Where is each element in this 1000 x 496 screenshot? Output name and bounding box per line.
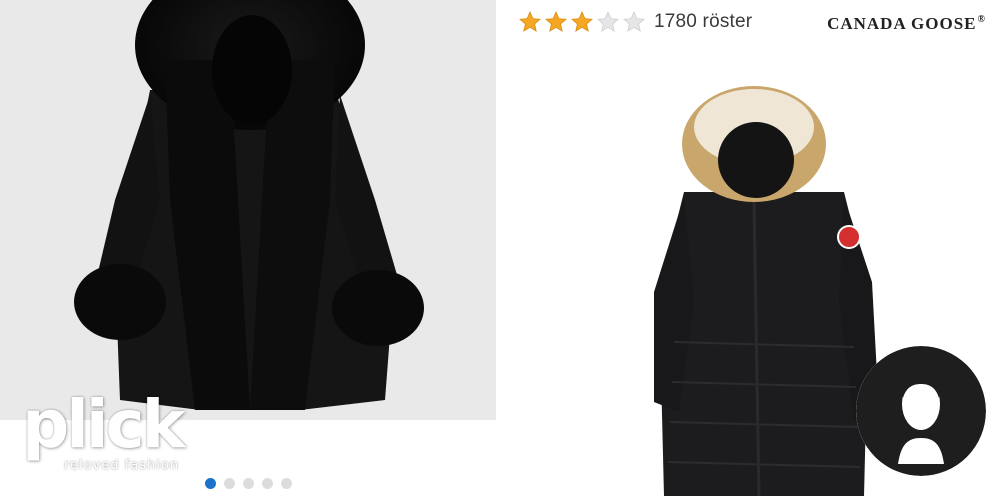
star-icon: [571, 11, 593, 32]
carousel-dot[interactable]: [281, 478, 292, 489]
carousel-dot[interactable]: [243, 478, 254, 489]
logo-tagline-text: reloved fashion: [64, 458, 180, 473]
review-panel: 1780 röster CANADA GOOSE®: [504, 0, 1000, 496]
canada-goose-parka-image: [654, 86, 879, 496]
rating-count: 1780 röster: [654, 11, 753, 32]
rating-row: 1780 röster: [518, 10, 752, 34]
carousel-dots: [205, 478, 292, 489]
star-icon: [597, 11, 619, 32]
star-icon: [545, 11, 567, 32]
carousel-dot[interactable]: [205, 478, 216, 489]
star-icon: [623, 11, 645, 32]
product-photo[interactable]: [0, 0, 496, 420]
product-listing-panel: plick reloved fashion: [0, 0, 496, 496]
user-avatar[interactable]: [856, 346, 986, 476]
carousel-dot[interactable]: [224, 478, 235, 489]
canada-goose-patch-icon: [837, 225, 861, 249]
star-icon: [519, 11, 541, 32]
plick-logo: plick reloved fashion: [22, 390, 222, 480]
carousel-dot[interactable]: [262, 478, 273, 489]
logo-main-text: plick: [22, 386, 186, 463]
registered-mark: ®: [977, 14, 986, 25]
user-silhouette-icon: [856, 346, 986, 476]
canada-goose-logo: CANADA GOOSE®: [827, 14, 986, 34]
black-fur-parka-image: [74, 0, 424, 410]
canada-goose-logo-text: CANADA GOOSE: [827, 14, 977, 33]
